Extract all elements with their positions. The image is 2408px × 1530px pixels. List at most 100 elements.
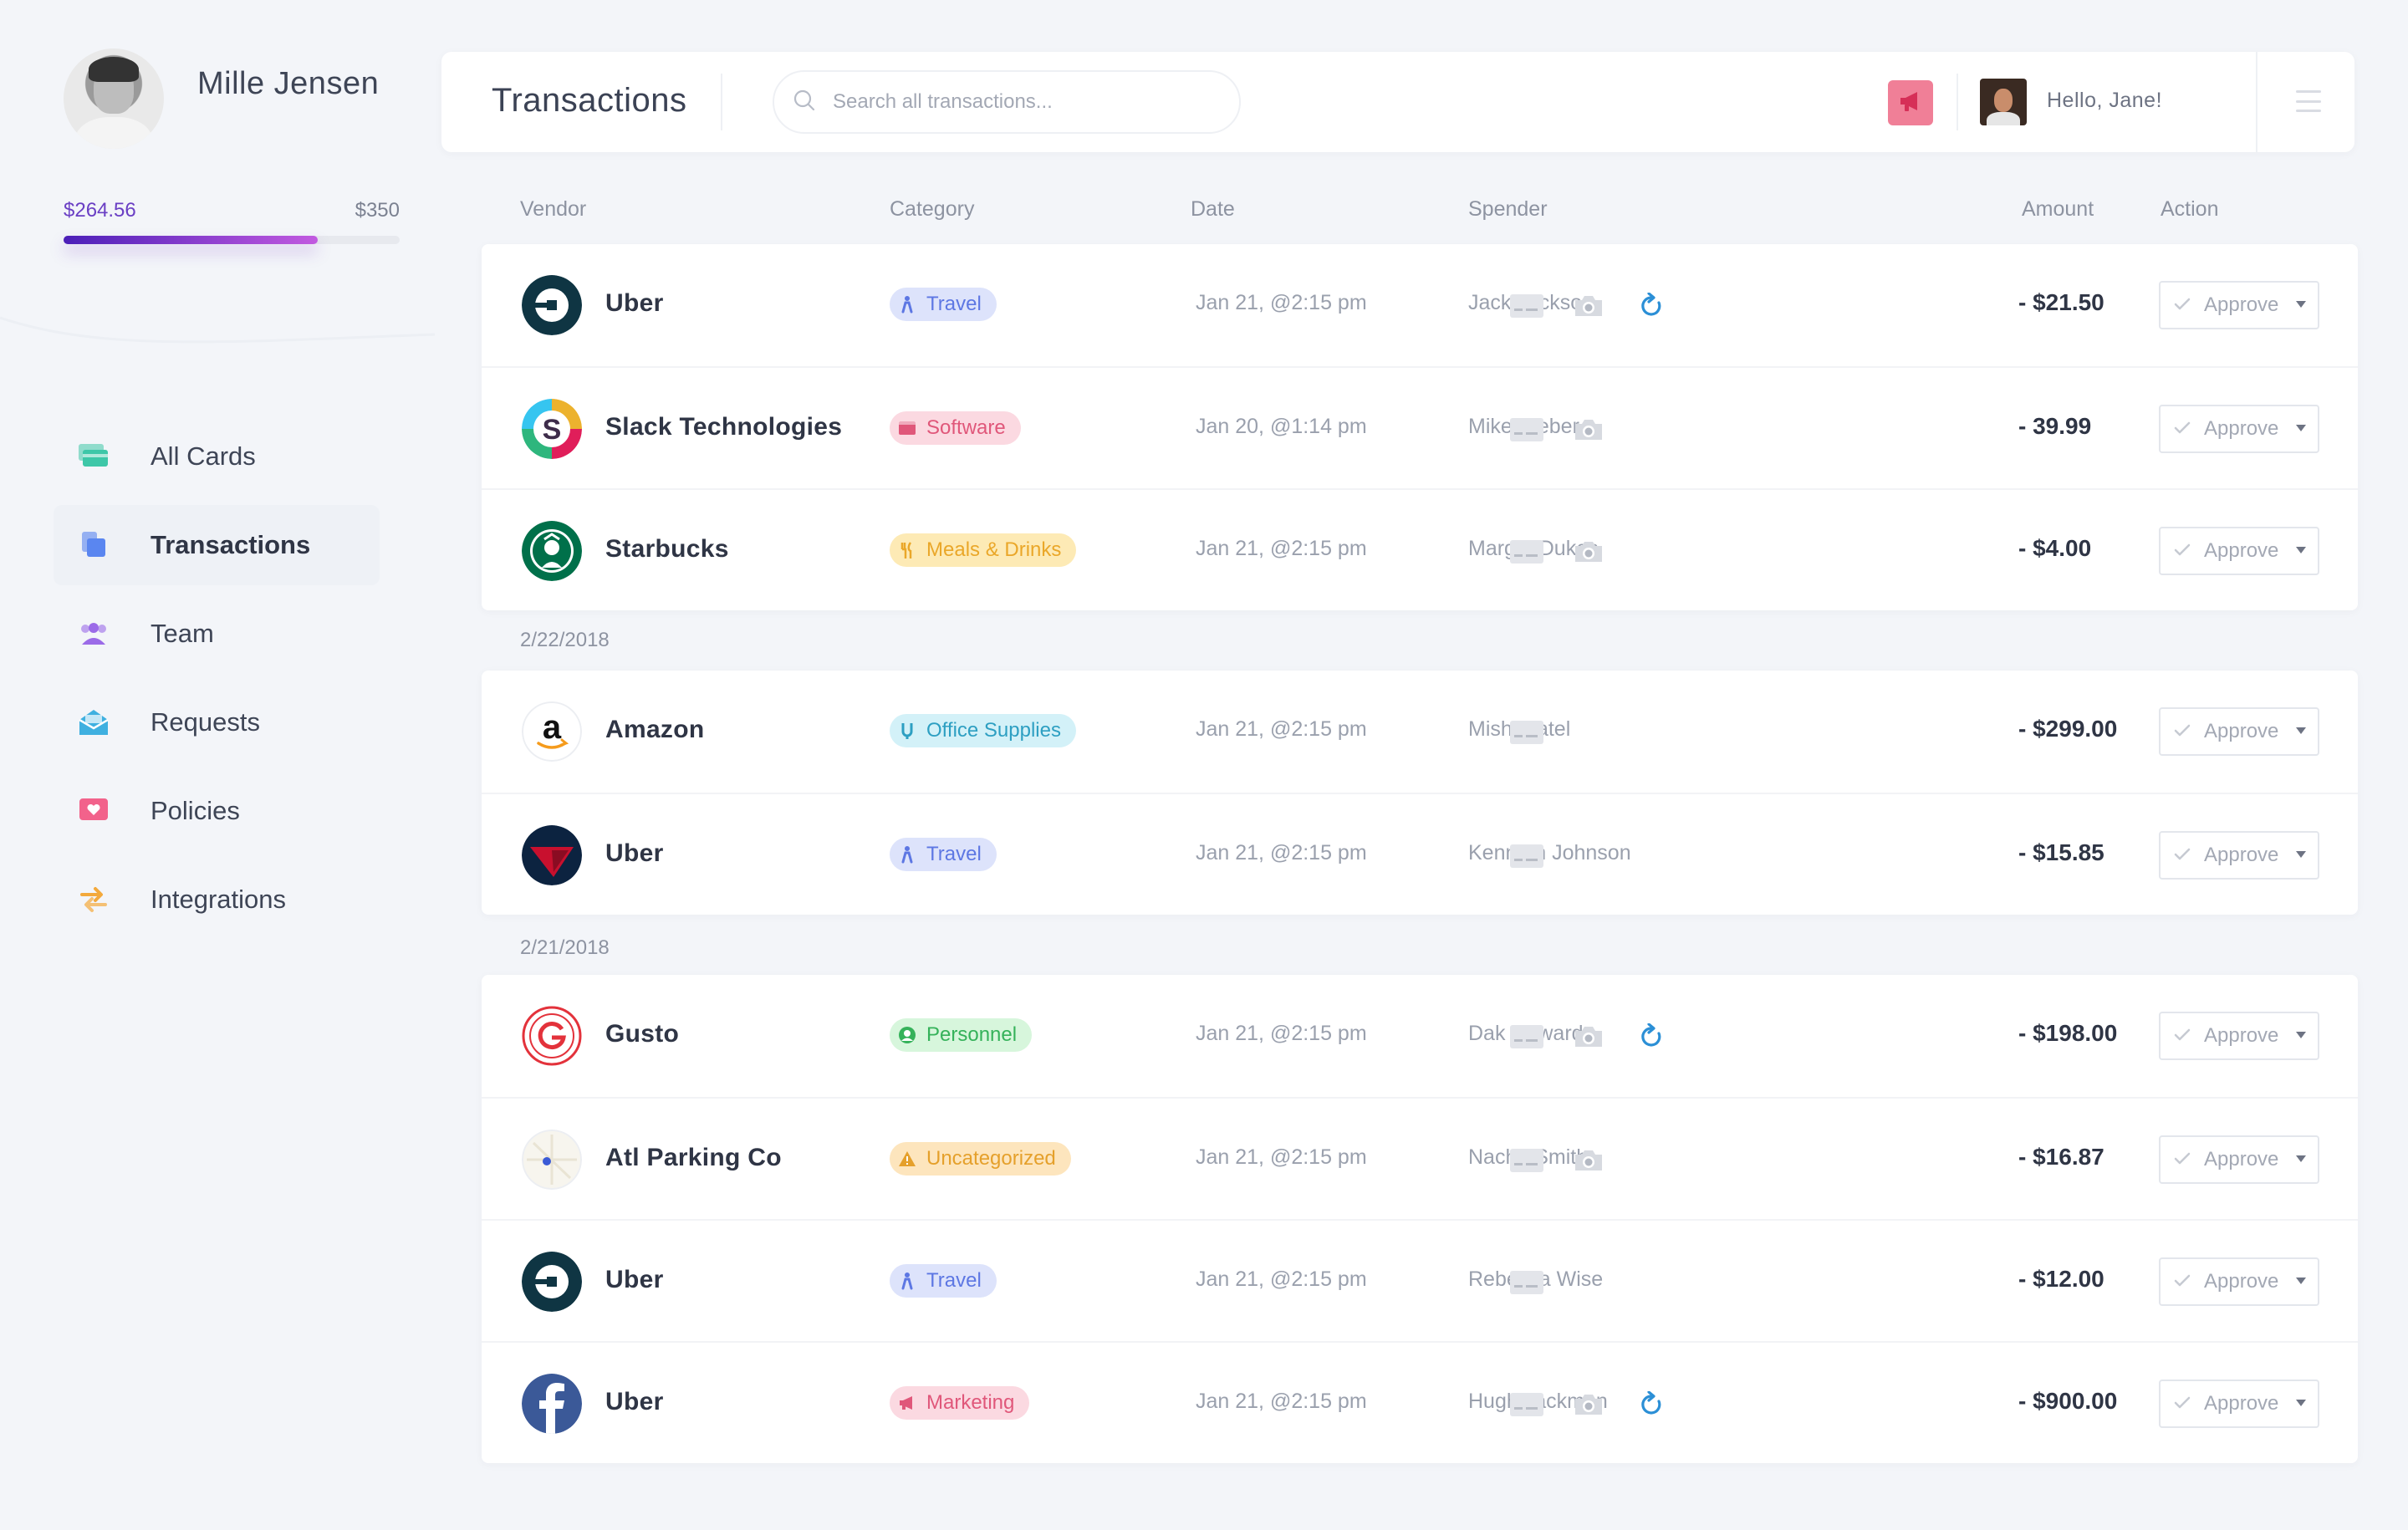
card-icon[interactable] [1508, 413, 1545, 446]
user-profile[interactable]: Mille Jensen [64, 48, 379, 149]
sidebar-item-integrations[interactable]: Integrations [54, 859, 380, 940]
sidebar-item-label: Transactions [150, 530, 311, 559]
approve-button[interactable]: Approve [2159, 281, 2319, 329]
top-bar: Transactions Hello, Jane! [441, 52, 2354, 152]
table-row[interactable]: Uber Travel Jan 21, @2:15 pm Kenneth Johnso… [482, 793, 2358, 915]
approve-button[interactable]: Approve [2159, 405, 2319, 453]
category-label: Travel [926, 1269, 982, 1292]
chevron-down-icon[interactable] [2296, 851, 2306, 858]
category-badge[interactable]: Office Supplies [890, 714, 1076, 747]
transactions-icon [77, 528, 110, 562]
transaction-amount: - $299.00 [2018, 716, 2118, 742]
announcement-button[interactable] [1888, 80, 1933, 125]
category-badge[interactable]: Travel [890, 838, 997, 871]
chevron-down-icon[interactable] [2296, 425, 2306, 431]
approve-button[interactable]: Approve [2159, 527, 2319, 575]
transaction-amount: - $198.00 [2018, 1020, 2118, 1046]
category-label: Software [926, 416, 1006, 439]
sidebar-item-requests[interactable]: Requests [54, 682, 380, 762]
check-icon [2174, 1270, 2191, 1293]
card-icon[interactable] [1508, 1144, 1545, 1177]
transaction-date: Jan 21, @2:15 pm [1196, 537, 1367, 560]
table-row[interactable]: Uber Travel Jan 21, @2:15 pm Rebecca Wise - … [482, 1219, 2358, 1341]
camera-icon[interactable] [1570, 413, 1607, 446]
camera-icon[interactable] [1570, 1144, 1607, 1177]
category-badge[interactable]: Travel [890, 288, 997, 321]
category-badge[interactable]: Marketing [890, 1386, 1030, 1420]
chevron-down-icon[interactable] [2296, 547, 2306, 553]
user-name: Mille Jensen [197, 65, 380, 101]
chevron-down-icon[interactable] [2296, 727, 2306, 734]
card-icon[interactable] [1508, 535, 1545, 569]
approve-label: Approve [2204, 1024, 2279, 1047]
category-badge[interactable]: Personnel [890, 1018, 1033, 1052]
approve-button[interactable]: Approve [2159, 1257, 2319, 1306]
search-input[interactable] [831, 89, 1216, 115]
column-header-category: Category [890, 197, 975, 221]
decorative-wave [0, 316, 435, 344]
check-icon [2174, 539, 2191, 563]
card-icon[interactable] [1508, 1266, 1545, 1299]
user-avatar [64, 48, 164, 149]
category-label: Personnel [926, 1023, 1018, 1046]
approve-button[interactable]: Approve [2159, 707, 2319, 756]
table-row[interactable]: a Amazon Office Supplies Jan 21, @2:15 pm Mi… [482, 671, 2358, 793]
chevron-down-icon[interactable] [2296, 1400, 2306, 1406]
category-badge[interactable]: Travel [890, 1264, 997, 1298]
approve-label: Approve [2204, 844, 2279, 866]
transaction-date: Jan 21, @2:15 pm [1196, 291, 1367, 314]
camera-icon[interactable] [1570, 1020, 1607, 1053]
vendor-logo-gusto [522, 1006, 582, 1066]
current-user-avatar[interactable] [1980, 79, 2027, 125]
approve-label: Approve [2204, 1148, 2279, 1170]
sidebar-item-policies[interactable]: Policies [54, 771, 380, 851]
approve-button[interactable]: Approve [2159, 1380, 2319, 1428]
card-icon[interactable] [1508, 716, 1545, 749]
table-row[interactable]: Gusto Personnel Jan 21, @2:15 pm Dak Howard… [482, 975, 2358, 1097]
category-uncat-icon [898, 1150, 916, 1168]
camera-icon[interactable] [1570, 535, 1607, 569]
check-icon [2174, 293, 2191, 317]
chevron-down-icon[interactable] [2296, 301, 2306, 308]
sidebar-item-team[interactable]: Team [54, 594, 380, 674]
transaction-date: Jan 21, @2:15 pm [1196, 841, 1367, 864]
vendor-name: Uber [605, 1388, 664, 1415]
sidebar-item-transactions[interactable]: Transactions [54, 505, 380, 585]
card-icon[interactable] [1508, 289, 1545, 323]
table-row[interactable]: Uber Marketing Jan 21, @2:15 pm Hugh Jackma… [482, 1341, 2358, 1463]
card-icon[interactable] [1508, 1388, 1545, 1421]
card-icon[interactable] [1508, 1020, 1545, 1053]
camera-icon[interactable] [1570, 289, 1607, 323]
chevron-down-icon[interactable] [2296, 1032, 2306, 1038]
refresh-icon[interactable] [1634, 1388, 1671, 1421]
approve-button[interactable]: Approve [2159, 1012, 2319, 1060]
category-label: Meals & Drinks [926, 538, 1062, 561]
chevron-down-icon[interactable] [2296, 1278, 2306, 1284]
category-badge[interactable]: Uncategorized [890, 1142, 1071, 1176]
table-row[interactable]: S Slack Technologies Software Jan 20, @1:14… [482, 366, 2358, 488]
category-travel-icon [898, 1272, 916, 1290]
chevron-down-icon[interactable] [2296, 1155, 2306, 1162]
transaction-amount: - 39.99 [2018, 413, 2092, 439]
menu-icon[interactable] [2296, 90, 2321, 112]
refresh-icon[interactable] [1634, 1020, 1671, 1053]
refresh-icon[interactable] [1634, 289, 1671, 323]
sidebar-item-all-cards[interactable]: All Cards [54, 416, 380, 497]
vendor-logo-uber [522, 1252, 582, 1312]
category-travel-icon [898, 845, 916, 864]
approve-button[interactable]: Approve [2159, 1135, 2319, 1184]
category-badge[interactable]: Meals & Drinks [890, 533, 1077, 567]
table-row[interactable]: Uber Travel Jan 21, @2:15 pm Jack Jackson - … [482, 244, 2358, 366]
table-row[interactable]: Starbucks Meals & Drinks Jan 21, @2:15 pm M… [482, 488, 2358, 610]
table-row[interactable]: Atl Parking Co Uncategorized Jan 21, @2:15… [482, 1097, 2358, 1219]
transaction-date: Jan 21, @2:15 pm [1196, 717, 1367, 741]
svg-text:S: S [543, 414, 562, 446]
card-icon[interactable] [1508, 839, 1545, 873]
page-title: Transactions [492, 82, 687, 119]
approve-button[interactable]: Approve [2159, 831, 2319, 880]
camera-icon[interactable] [1570, 1388, 1607, 1421]
search-box[interactable] [773, 70, 1241, 134]
category-badge[interactable]: Software [890, 411, 1021, 445]
category-travel-icon [898, 295, 916, 314]
vendor-logo-delta [522, 825, 582, 885]
